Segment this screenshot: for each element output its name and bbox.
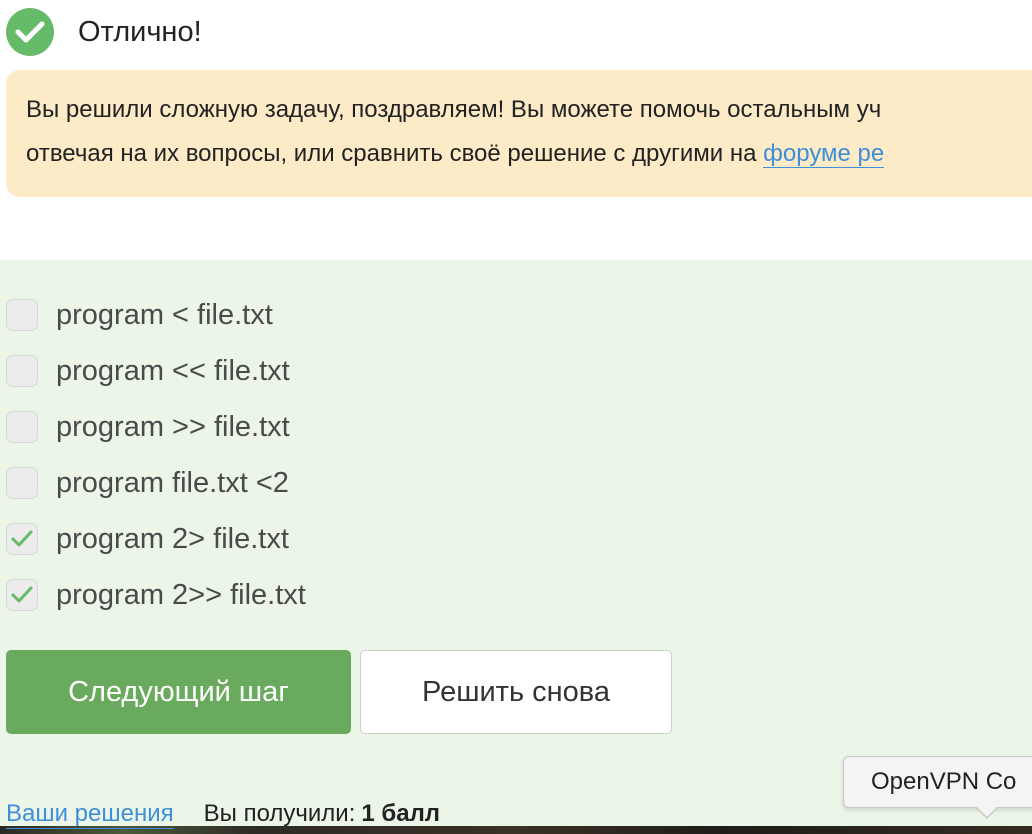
notice-line-2-text: отвечая на их вопросы, или сравнить своё… <box>26 140 764 167</box>
checkbox[interactable] <box>6 467 38 499</box>
checkbox[interactable] <box>6 355 38 387</box>
forum-link[interactable]: форуме ре <box>763 140 885 168</box>
option-row[interactable]: program file.txt <2 <box>6 455 306 511</box>
option-row[interactable]: program 2> file.txt <box>6 511 306 567</box>
next-step-button[interactable]: Следующий шаг <box>6 650 351 734</box>
checkmark-icon <box>11 586 33 603</box>
score-label: Вы получили: <box>203 800 356 827</box>
option-row[interactable]: program 2>> file.txt <box>6 567 306 623</box>
score-value: 1 балл <box>361 800 441 827</box>
score-text: Вы получили: 1 балл <box>204 800 440 828</box>
options-list: program < file.txt program << file.txt pro… <box>6 287 306 623</box>
option-row[interactable]: program << file.txt <box>6 343 306 399</box>
option-label: program 2> file.txt <box>56 522 289 555</box>
tooltip: OpenVPN Co <box>843 756 1032 808</box>
option-label: program file.txt <2 <box>56 466 289 499</box>
option-label: program << file.txt <box>56 354 290 387</box>
checkbox[interactable] <box>6 299 38 331</box>
success-notice: Вы решили сложную задачу, поздравляем! В… <box>6 70 1032 197</box>
your-solutions-link[interactable]: Ваши решения <box>6 800 174 829</box>
option-label: program >> file.txt <box>56 410 290 443</box>
tooltip-arrow-fill <box>976 806 998 817</box>
notice-line-2: отвечая на их вопросы, или сравнить своё… <box>26 132 1032 176</box>
status-header: Отлично! <box>6 7 202 57</box>
notice-line-1: Вы решили сложную задачу, поздравляем! В… <box>26 96 882 123</box>
checkbox[interactable] <box>6 411 38 443</box>
status-title: Отлично! <box>78 15 202 48</box>
option-row[interactable]: program >> file.txt <box>6 399 306 455</box>
checkmark-icon <box>11 530 33 547</box>
page: Отлично! Вы решили сложную задачу, поздр… <box>0 0 1032 834</box>
checkbox-checked[interactable] <box>6 523 38 555</box>
quiz-area: program < file.txt program << file.txt pro… <box>0 260 1032 834</box>
option-label: program 2>> file.txt <box>56 578 306 611</box>
footer: Ваши решения Вы получили: 1 балл <box>6 800 440 834</box>
check-circle-icon <box>6 8 54 56</box>
retry-button[interactable]: Решить снова <box>360 650 672 734</box>
option-row[interactable]: program < file.txt <box>6 287 306 343</box>
checkbox-checked[interactable] <box>6 579 38 611</box>
option-label: program < file.txt <box>56 298 273 331</box>
